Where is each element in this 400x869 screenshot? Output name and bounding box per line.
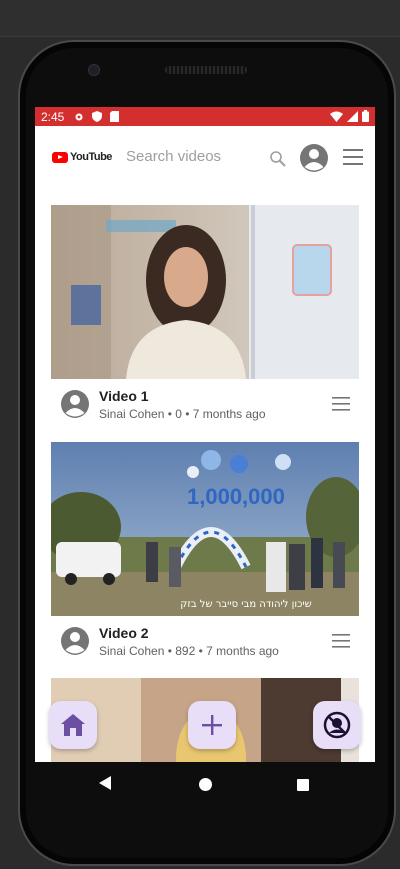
video-card[interactable]: 1,000,000 שיכון ליהודה מבי סייבר של בזק … [51,442,359,666]
front-camera [88,64,100,76]
youtube-logo[interactable]: YouTube [52,151,112,163]
status-bar: 2:45 [35,107,375,126]
thumbnail-image-woman-in-room [51,205,359,379]
status-time: 2:45 [41,109,65,124]
battery-icon [362,110,369,122]
thumbnail-caption: שיכון ליהודה מבי סייבר של בזק [180,599,311,610]
incognito-fab-button[interactable] [313,701,361,749]
shield-icon [92,111,103,122]
emulator-toolbar [0,0,400,37]
earpiece-speaker [165,66,247,74]
video-thumbnail[interactable]: 1,000,000 שיכון ליהודה מבי סייבר של בזק [51,442,359,616]
search-icon[interactable] [269,150,287,168]
no-entry-icon [323,711,351,739]
thumbnail-image-balloon-arch-event: 1,000,000 שיכון ליהודה מבי סייבר של בזק [51,442,359,616]
video-subtitle: Sinai Cohen • 0 • 7 months ago [99,407,266,421]
wifi-icon [330,111,343,122]
video-thumbnail[interactable] [51,205,359,379]
app-bar: YouTube Search videos [35,126,375,186]
video-card[interactable]: Video 1 Sinai Cohen • 0 • 7 months ago [51,205,359,429]
sd-card-icon [110,111,120,122]
account-avatar-icon[interactable] [299,143,329,173]
youtube-logo-text: YouTube [70,151,112,163]
android-navigation-bar [35,762,375,808]
home-nav-icon[interactable] [199,778,212,791]
video-subtitle: Sinai Cohen • 892 • 7 months ago [99,644,279,658]
hamburger-menu-icon[interactable] [342,147,364,167]
app-screen: 2:45 YouTube Search videos Video 1 Sinai… [35,107,375,762]
balloon-number-text: 1,000,000 [187,484,285,509]
recents-icon[interactable] [297,779,309,791]
youtube-play-icon [52,151,68,163]
video-title[interactable]: Video 1 [99,388,149,404]
home-icon [61,714,85,736]
video-menu-icon[interactable] [332,395,350,413]
add-video-fab-button[interactable] [188,701,236,749]
plus-icon [202,715,222,735]
video-menu-icon[interactable] [332,632,350,650]
channel-avatar-icon[interactable] [60,389,90,419]
video-title[interactable]: Video 2 [99,625,149,641]
home-fab-button[interactable] [49,701,97,749]
back-icon[interactable] [99,776,111,790]
channel-avatar-icon[interactable] [60,626,90,656]
settings-gear-icon [75,113,83,120]
cell-signal-icon [347,110,358,122]
search-input[interactable]: Search videos [126,148,221,165]
